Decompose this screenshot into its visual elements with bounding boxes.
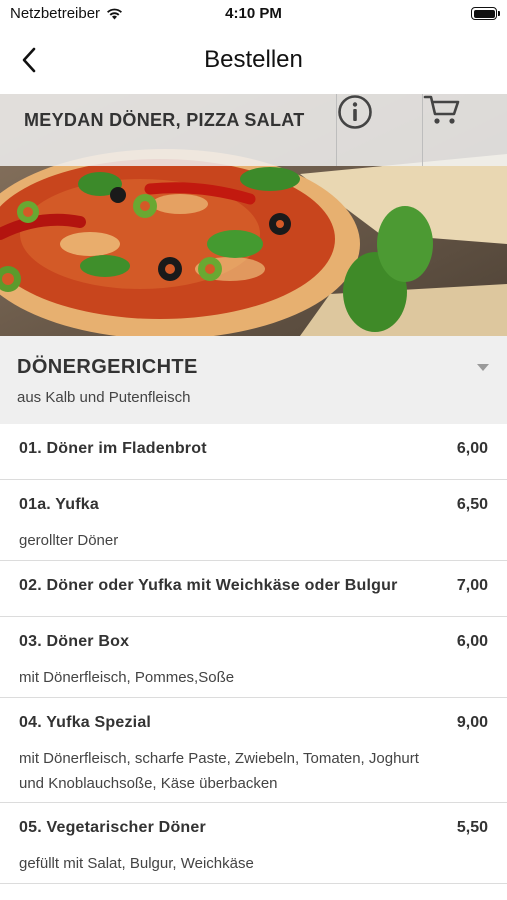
menu-item-name: 02. Döner oder Yufka mit Weichkäse oder …: [19, 577, 398, 594]
navigation-bar: Bestellen: [0, 28, 507, 94]
shopping-cart-icon: [423, 95, 460, 124]
battery-icon: [471, 7, 500, 20]
menu-item-name: 04. Yufka Spezial: [19, 714, 152, 731]
cart-button[interactable]: [422, 94, 507, 166]
menu-item[interactable]: 04. Yufka Spezial 9,00 mit Dönerfleisch,…: [0, 698, 507, 803]
restaurant-hero: MEYDAN DÖNER, PIZZA SALAT: [0, 94, 507, 336]
page-title: Bestellen: [204, 46, 303, 73]
menu-item-name: 03. Döner Box: [19, 633, 130, 650]
menu-item-description: gefüllt mit Salat, Bulgur, Weichkäse: [19, 855, 254, 872]
menu-item-price: 6,00: [456, 633, 488, 650]
status-bar: Netzbetreiber 4:10 PM: [0, 0, 507, 28]
chevron-down-icon[interactable]: [477, 364, 489, 371]
menu-item-description: mit Dönerfleisch, Pommes,Soße: [19, 669, 235, 686]
menu-item-price: 6,00: [456, 440, 488, 457]
category-subtitle: aus Kalb und Putenfleisch: [17, 389, 191, 406]
menu-item[interactable]: 05. Vegetarischer Döner 5,50 gefüllt mit…: [0, 803, 507, 884]
category-header[interactable]: DÖNERGERICHTE aus Kalb und Putenfleisch: [0, 336, 507, 424]
menu-item-description: mit Dönerfleisch, scharfe Paste, Zwiebel…: [19, 750, 419, 792]
menu-item-name: 01a. Yufka: [19, 496, 99, 513]
menu-item-price: 7,00: [456, 577, 488, 594]
info-icon: [338, 95, 372, 129]
restaurant-name: MEYDAN DÖNER, PIZZA SALAT: [24, 110, 305, 130]
menu-item[interactable]: 01. Döner im Fladenbrot 6,00: [0, 424, 507, 480]
menu-item-name: 01. Döner im Fladenbrot: [19, 440, 207, 457]
menu-item[interactable]: 03. Döner Box 6,00 mit Dönerfleisch, Pom…: [0, 617, 507, 698]
menu-list: 01. Döner im Fladenbrot 6,00 01a. Yufka …: [0, 424, 507, 884]
menu-item-price: 9,00: [456, 714, 488, 731]
menu-item-price: 5,50: [456, 819, 488, 836]
menu-item[interactable]: 01a. Yufka 6,50 gerollter Döner: [0, 480, 507, 561]
category-title: DÖNERGERICHTE: [17, 356, 198, 378]
menu-item-description: gerollter Döner: [19, 532, 119, 549]
menu-item-price: 6,50: [456, 496, 488, 513]
clock: 4:10 PM: [225, 5, 282, 22]
menu-item[interactable]: 02. Döner oder Yufka mit Weichkäse oder …: [0, 561, 507, 617]
menu-item-name: 05. Vegetarischer Döner: [19, 819, 206, 836]
info-button[interactable]: [336, 94, 421, 166]
